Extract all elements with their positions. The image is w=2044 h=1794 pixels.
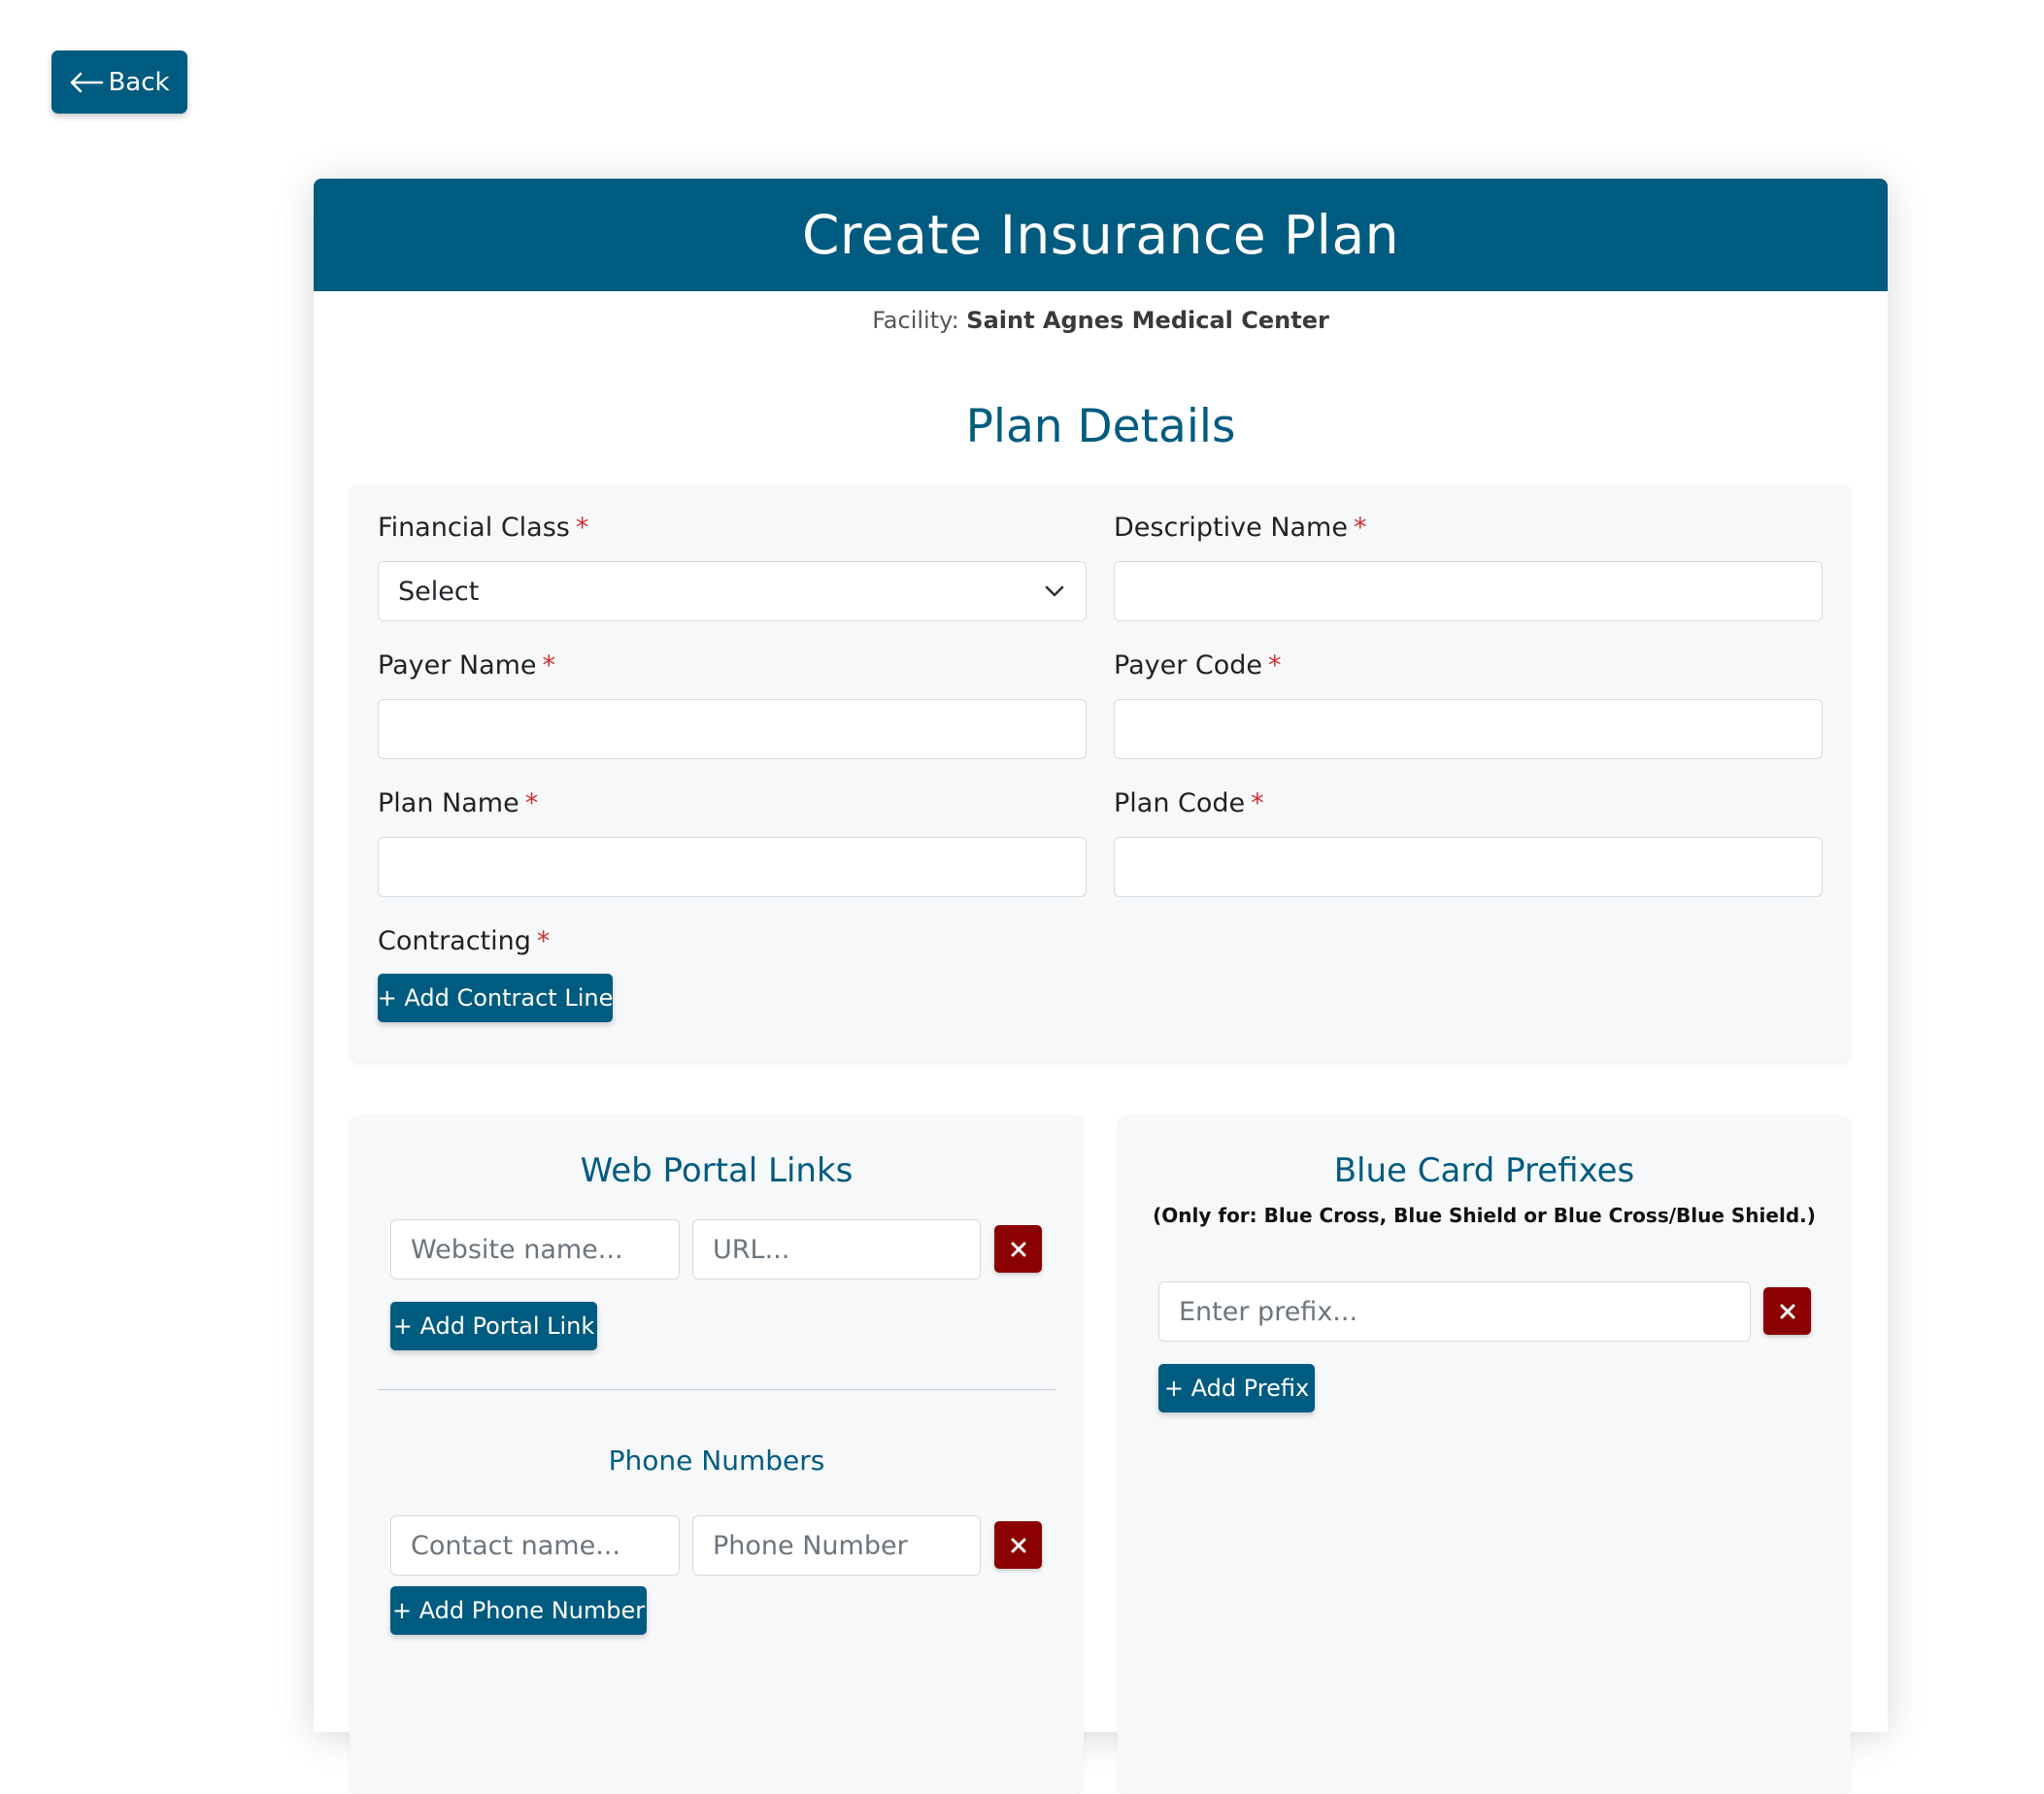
plan-name-label-text: Plan Name: [378, 788, 519, 818]
required-marker: *: [524, 788, 539, 818]
payer-name-label: Payer Name *: [378, 650, 555, 681]
descriptive-name-label: Descriptive Name *: [1114, 513, 1366, 543]
payer-name-label-text: Payer Name: [378, 650, 537, 681]
back-button-label: Back: [108, 67, 170, 97]
plan-code-input[interactable]: [1114, 837, 1823, 897]
payer-name-input[interactable]: [378, 699, 1087, 759]
section-divider: [378, 1389, 1056, 1390]
contact-name-input[interactable]: Contact name...: [390, 1515, 680, 1576]
add-prefix-button[interactable]: + Add Prefix: [1158, 1364, 1315, 1412]
remove-portal-link-button[interactable]: [994, 1225, 1042, 1273]
close-icon: [1011, 1538, 1025, 1552]
required-marker: *: [542, 650, 556, 681]
required-marker: *: [1353, 513, 1367, 543]
chevron-down-icon: [1045, 585, 1064, 597]
descriptive-name-label-text: Descriptive Name: [1114, 513, 1348, 543]
close-icon: [1011, 1242, 1025, 1256]
create-plan-card: Create Insurance Plan Facility: Saint Ag…: [314, 179, 1888, 1794]
remove-prefix-button[interactable]: [1763, 1287, 1811, 1335]
facility-info: Facility: Saint Agnes Medical Center: [314, 307, 1888, 334]
plan-code-label-text: Plan Code: [1114, 788, 1246, 818]
financial-class-select[interactable]: Select: [378, 561, 1087, 621]
required-marker: *: [536, 926, 551, 956]
facility-name: Saint Agnes Medical Center: [966, 307, 1329, 334]
add-phone-number-button[interactable]: + Add Phone Number: [390, 1586, 647, 1635]
page-title: Create Insurance Plan: [314, 179, 1888, 291]
blue-card-prefixes-note: (Only for: Blue Cross, Blue Shield or Bl…: [1153, 1204, 1816, 1227]
web-portal-links-title: Web Portal Links: [580, 1151, 854, 1190]
required-marker: *: [1251, 788, 1264, 818]
add-contract-line-button[interactable]: + Add Contract Line: [378, 974, 613, 1022]
facility-label: Facility:: [872, 307, 959, 334]
plan-code-label: Plan Code *: [1114, 788, 1264, 818]
remove-phone-number-button[interactable]: [994, 1521, 1042, 1569]
close-icon: [1780, 1304, 1794, 1318]
back-button[interactable]: Back: [51, 50, 187, 114]
add-portal-link-button[interactable]: + Add Portal Link: [390, 1302, 597, 1350]
blue-card-prefixes-panel: Blue Card Prefixes (Only for: Blue Cross…: [1118, 1114, 1851, 1794]
contracting-label: Contracting *: [378, 926, 550, 956]
plan-details-panel: Financial Class * Select Descriptive Name…: [350, 483, 1851, 1061]
required-marker: *: [575, 513, 589, 543]
financial-class-label: Financial Class *: [378, 513, 588, 543]
payer-code-input[interactable]: [1114, 699, 1823, 759]
blue-card-prefixes-title: Blue Card Prefixes: [1333, 1151, 1635, 1190]
payer-code-label: Payer Code *: [1114, 650, 1282, 681]
descriptive-name-input[interactable]: [1114, 561, 1823, 621]
phone-numbers-title: Phone Numbers: [608, 1445, 825, 1477]
plan-name-input[interactable]: [378, 837, 1087, 897]
financial-class-label-text: Financial Class: [378, 513, 570, 543]
prefix-input[interactable]: Enter prefix...: [1158, 1281, 1751, 1342]
plan-name-label: Plan Name *: [378, 788, 538, 818]
website-name-input[interactable]: Website name...: [390, 1219, 680, 1279]
financial-class-value: Select: [398, 576, 480, 607]
plan-details-title: Plan Details: [965, 400, 1236, 453]
payer-code-label-text: Payer Code: [1114, 650, 1263, 681]
contracting-label-text: Contracting: [378, 926, 531, 956]
phone-number-input[interactable]: Phone Number: [692, 1515, 981, 1576]
url-input[interactable]: URL...: [692, 1219, 981, 1279]
arrow-left-icon: [71, 72, 104, 92]
required-marker: *: [1268, 650, 1282, 681]
portal-phone-panel: Web Portal Links Website name... URL... …: [350, 1114, 1084, 1794]
